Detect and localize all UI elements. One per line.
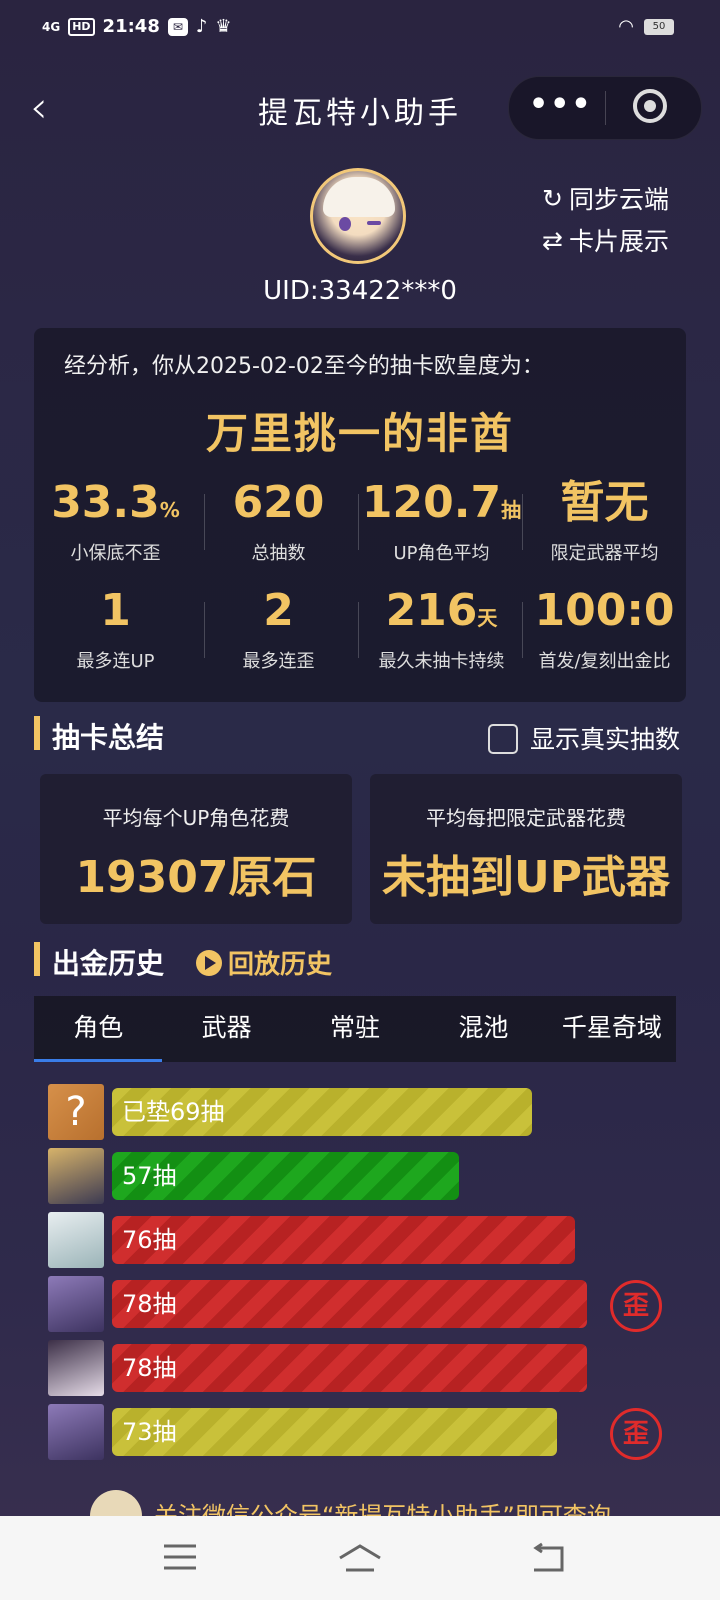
character-avatar — [48, 1148, 104, 1204]
uid-label: UID:33422***0 — [263, 276, 457, 306]
draw-summary-title: 抽卡总结 — [52, 721, 165, 754]
luck-summary-panel: 经分析，你从2025-02-02至今的抽卡欧皇度为： 万里挑一的非酋 33.3%… — [34, 328, 686, 702]
character-avatar — [48, 1212, 104, 1268]
tab-weapon[interactable]: 武器 — [162, 996, 290, 1062]
stat-max-consecutive-lose: 2 最多连歪 — [242, 585, 315, 672]
history-row[interactable]: 57抽 — [48, 1148, 688, 1204]
replay-history-label: 回放历史 — [228, 950, 333, 980]
logo — [90, 1490, 142, 1518]
stat-pity-win-rate: 33.3% 小保底不歪 — [51, 477, 180, 564]
stat-first-rerun-ratio: 100:0 首发/复刻出金比 — [534, 585, 675, 672]
up-char-cost-card: 平均每个UP角色花费 19307原石 — [40, 774, 352, 924]
tab-miliastra[interactable]: 千星奇域 — [548, 996, 676, 1062]
weapon-cost-value: 未抽到UP武器 — [382, 852, 670, 903]
pull-count-bar: 78抽 — [112, 1280, 587, 1328]
unknown-character-icon: ? — [48, 1084, 104, 1140]
card-show-button[interactable]: ⇄ 卡片展示 — [542, 222, 669, 258]
up-char-cost-value: 19307原石 — [75, 852, 317, 903]
mail-icon: ✉ — [167, 17, 188, 36]
history-row[interactable]: 78抽 — [48, 1340, 688, 1396]
more-button[interactable]: ••• — [529, 87, 593, 122]
sync-cloud-label: 同步云端 — [568, 185, 669, 214]
back-nav-icon[interactable] — [528, 1542, 568, 1578]
weapon-cost-title: 平均每把限定武器花费 — [426, 806, 626, 830]
play-icon — [196, 949, 222, 976]
tiktok-icon: ♪ — [195, 16, 208, 37]
miniapp-capsule: ••• — [508, 76, 702, 140]
capsule-divider — [605, 91, 606, 125]
footer-text: 关注微信公众号“新提瓦特小助手”即可查询 — [154, 1502, 611, 1518]
history-row[interactable]: 76抽 — [48, 1212, 688, 1268]
pull-count-bar: 已垫69抽 — [112, 1088, 532, 1136]
history-row[interactable]: 73抽 歪 — [48, 1404, 688, 1460]
show-real-count-label[interactable]: 显示真实抽数 — [530, 720, 680, 756]
history-row[interactable]: 78抽歪 — [48, 1276, 688, 1332]
card-show-label: 卡片展示 — [568, 227, 669, 256]
refresh-icon: ↻ — [542, 183, 563, 213]
tab-character[interactable]: 角色 — [34, 996, 163, 1062]
lost-5050-stamp: 歪 — [610, 1408, 662, 1460]
pull-count-bar: 78抽 — [112, 1344, 587, 1392]
sync-cloud-button[interactable]: ↻ 同步云端 — [542, 180, 669, 216]
target-icon — [644, 100, 656, 112]
pull-count-bar: 76抽 — [112, 1216, 575, 1264]
wifi-icon: ◠ — [618, 16, 634, 37]
section-accent — [34, 716, 40, 750]
luck-verdict: 万里挑一的非酋 — [205, 409, 514, 458]
pull-count-bar: 57抽 — [112, 1152, 459, 1200]
character-avatar — [48, 1276, 104, 1332]
nav-bar: ‹ 提瓦特小助手 ••• — [0, 70, 720, 150]
tab-standard[interactable]: 常驻 — [291, 996, 419, 1062]
replay-history-button[interactable]: 回放历史 — [196, 944, 332, 981]
stat-max-consecutive-up: 1 最多连UP — [76, 585, 155, 672]
hd-icon: HD — [68, 17, 95, 36]
tab-mixed[interactable]: 混池 — [419, 996, 547, 1062]
status-bar: 4G HD 21:48 ✉ ♪ ♛ ◠ 50 — [0, 0, 720, 56]
banner-tabs: 角色 武器 常驻 混池 千星奇域 — [34, 996, 676, 1062]
history-row[interactable]: ? 已垫69抽 — [48, 1084, 688, 1140]
battery-icon: 50 — [644, 18, 674, 35]
crown-icon: ♛ — [215, 16, 232, 37]
stat-total-pulls: 620 总抽数 — [232, 477, 325, 564]
stat-longest-no-pull: 216天 最久未抽卡持续 — [378, 585, 505, 672]
clock: 21:48 — [102, 16, 160, 37]
avatar[interactable] — [310, 168, 406, 264]
character-avatar — [48, 1340, 104, 1396]
up-char-cost-title: 平均每个UP角色花费 — [102, 806, 290, 830]
menu-icon[interactable] — [162, 1542, 198, 1576]
signal-icon: 4G — [42, 19, 61, 34]
gold-history-title: 出金历史 — [52, 947, 165, 980]
system-nav-bar — [0, 1516, 720, 1600]
swap-icon: ⇄ — [542, 225, 563, 255]
pull-count-bar: 73抽 — [112, 1408, 557, 1456]
stat-up-char-average: 120.7抽 UP角色平均 — [361, 477, 522, 564]
weapon-cost-card: 平均每把限定武器花费 未抽到UP武器 — [370, 774, 682, 924]
analysis-intro: 经分析，你从2025-02-02至今的抽卡欧皇度为： — [64, 354, 544, 379]
section-accent — [34, 942, 40, 976]
footer-notice: 关注微信公众号“新提瓦特小助手”即可查询 — [90, 1490, 690, 1518]
show-real-count-checkbox[interactable] — [488, 724, 518, 754]
stat-weapon-average: 暂无 限定武器平均 — [550, 477, 659, 564]
home-icon[interactable] — [336, 1542, 384, 1578]
character-avatar — [48, 1404, 104, 1460]
lost-5050-stamp: 歪 — [610, 1280, 662, 1332]
close-miniapp-button[interactable] — [633, 89, 667, 123]
